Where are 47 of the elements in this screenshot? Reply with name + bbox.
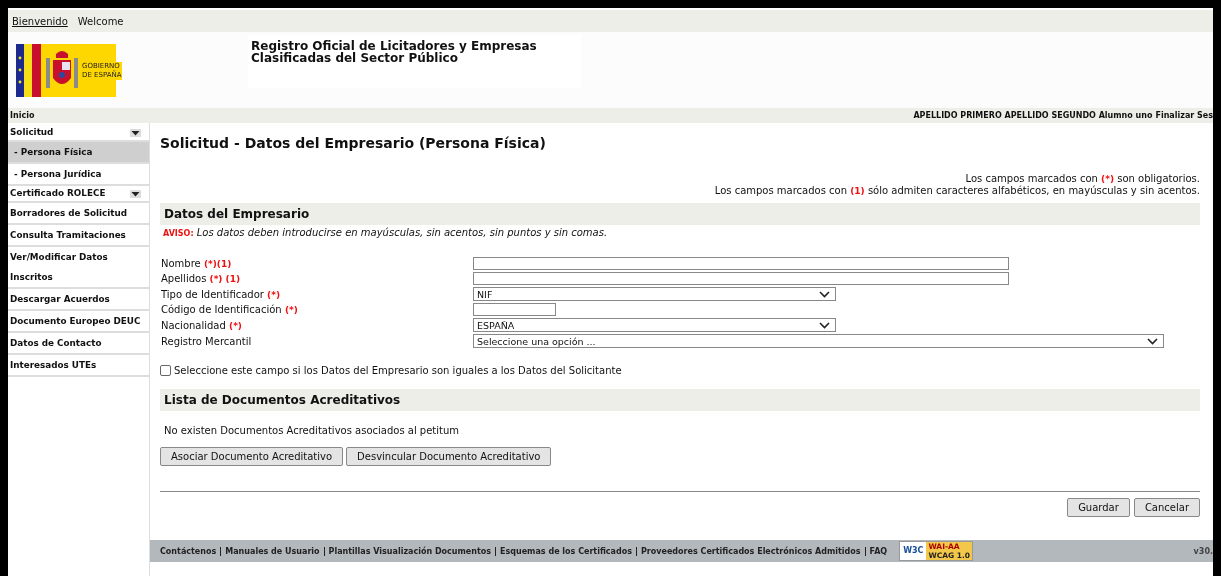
field-label: Tipo de Identificador (*) (160, 288, 281, 300)
chevron-icon (819, 290, 830, 298)
input-field[interactable] (473, 257, 1009, 270)
field-label: Código de Identificación (*) (160, 304, 299, 315)
caret-icon (130, 128, 141, 137)
note-text: Los campos marcados con (1) sólo admiten caracteres alfabéticos, en mayúsculas y sin acentos. (713, 185, 1200, 197)
empty-message: No existen Documentos Acreditativos asociados al petitum (163, 425, 461, 436)
caret-icon (130, 189, 141, 198)
flag-stripe-icon (16, 44, 41, 97)
field-label: Nacionalidad (*) (160, 319, 243, 331)
sidebar-item[interactable]: - Persona Física (8, 142, 149, 164)
chevron-icon (819, 321, 830, 329)
input-field[interactable] (473, 303, 556, 316)
input-field[interactable] (473, 272, 1009, 285)
warning-text: AVISO: Los datos deben introducirse en mayúsculas, sin acentos, sin puntos y sin comas. (162, 227, 609, 238)
section-header: Datos del Empresario (160, 203, 1200, 225)
sidebar-item[interactable]: Certificado ROLECE (8, 186, 149, 203)
version-text: v30. (1193, 546, 1213, 556)
welcome-link[interactable]: Bienvenido (12, 15, 68, 27)
document-button[interactable]: Asociar Documento Acreditativo (160, 447, 344, 466)
checkbox-label: Seleccione este campo si los Datos del Empresario son iguales a los Datos del Solicitante (174, 365, 622, 376)
user-name: APELLIDO PRIMERO APELLIDO SEGUNDO Alumno uno (913, 111, 1153, 120)
badge-label: W3C (900, 542, 927, 560)
breadcrumb: Inicio (9, 111, 35, 120)
logout-link[interactable]: Finalizar Ses (1155, 111, 1213, 120)
footer-link[interactable]: Manuales de Usuario (225, 546, 320, 556)
field-label: Registro Mercantil (160, 335, 253, 347)
dropdown-field[interactable]: ESPAÑA (473, 318, 836, 332)
form-action-button[interactable]: Guardar (1067, 498, 1130, 517)
chevron-icon (1147, 337, 1158, 345)
footer-link[interactable]: Plantillas Visualización Documentos (328, 546, 492, 556)
form-action-button[interactable]: Cancelar (1133, 498, 1200, 517)
footer-link[interactable]: Proveedores Certificados Electrónicos Admitidos (641, 546, 861, 556)
field-label: Nombre (*)(1) (160, 258, 233, 269)
document-button[interactable]: Desvincular Documento Acreditativo (346, 447, 552, 466)
field-label: Apellidos (*) (1) (160, 273, 242, 284)
footer-link[interactable]: Contáctenos (160, 546, 217, 556)
dropdown-field[interactable]: Seleccione una opción ... (473, 334, 1164, 348)
dropdown-field[interactable]: NIF (473, 287, 836, 301)
section-header: Lista de Documentos Acreditativos (160, 389, 1200, 411)
footer-link[interactable]: Esquemas de los Certificados (500, 546, 632, 556)
checkbox[interactable] (160, 365, 171, 376)
welcome-text: Welcome (77, 15, 124, 27)
sidebar-item[interactable]: Solicitud (8, 125, 149, 142)
note-text: Los campos marcados con (*) son obligatorios. (964, 173, 1200, 185)
footer-link[interactable]: FAQ (869, 546, 888, 556)
page-title: Solicitud - Datos del Empresario (Persona Física) (160, 135, 547, 151)
